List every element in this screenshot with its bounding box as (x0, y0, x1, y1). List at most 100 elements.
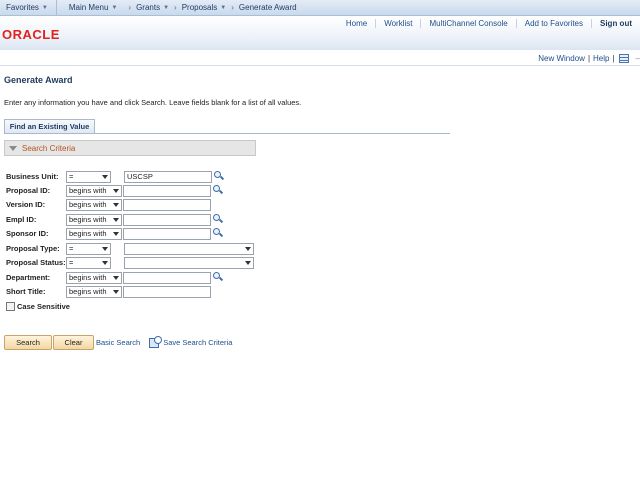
sign-out-link[interactable]: Sign out (591, 18, 640, 28)
proposal-id-label: Proposal ID: (6, 186, 51, 195)
chevron-down-icon: ▼ (111, 4, 118, 11)
proposal-status-operator[interactable]: = (66, 256, 111, 269)
dropdown-arrow-icon (113, 231, 119, 236)
breadcrumb-grants[interactable]: Grants ▼ (136, 0, 169, 16)
top-nav: Favorites ▼ Main Menu ▼ › Grants ▼ › Pro… (0, 0, 640, 16)
proposal-id-row: Proposal ID: begins with (6, 184, 224, 197)
breadcrumb-current: Generate Award (238, 3, 297, 12)
favorites-menu[interactable]: Favorites ▼ (0, 0, 54, 16)
home-link[interactable]: Home (338, 19, 375, 28)
lookup-icon[interactable] (213, 171, 225, 182)
breadcrumb-separator: › (174, 3, 177, 12)
tab-find-existing-value[interactable]: Find an Existing Value (4, 119, 95, 133)
version-id-input[interactable] (123, 198, 211, 211)
operator-value: = (69, 172, 74, 181)
sponsor-id-operator[interactable]: begins with (66, 227, 122, 240)
page-title: Generate Award (4, 75, 73, 85)
customize-page-icon[interactable] (618, 53, 629, 63)
business-unit-operator[interactable]: = (66, 170, 111, 183)
short-title-row: Short Title: begins with (6, 285, 211, 298)
proposal-status-select[interactable] (124, 256, 254, 269)
divider: | (587, 53, 591, 63)
main-menu-label: Main Menu (68, 3, 109, 12)
tab-underline (4, 133, 450, 134)
department-label: Department: (6, 273, 51, 282)
breadcrumb-separator: › (128, 3, 132, 12)
save-search-criteria-link[interactable]: Save Search Criteria (163, 338, 232, 347)
new-window-link[interactable]: New Window (538, 54, 585, 63)
department-input[interactable] (123, 271, 211, 284)
action-bar: Search Clear Basic Search Save Search Cr… (4, 335, 232, 350)
breadcrumb-proposals[interactable]: Proposals ▼ (182, 0, 227, 16)
search-button[interactable]: Search (4, 335, 52, 350)
case-sensitive-row: Case Sensitive (6, 302, 70, 311)
version-id-operator[interactable]: begins with (66, 198, 122, 211)
operator-value: begins with (69, 229, 107, 238)
case-sensitive-label: Case Sensitive (17, 302, 70, 311)
dropdown-arrow-icon (245, 260, 251, 265)
operator-value: begins with (69, 215, 107, 224)
lookup-icon[interactable] (212, 228, 224, 239)
divider: | (612, 53, 615, 63)
empl-id-row: Empl ID: begins with (6, 213, 224, 226)
operator-value: begins with (69, 186, 107, 195)
proposal-id-input[interactable] (123, 184, 211, 197)
basic-search-link[interactable]: Basic Search (96, 338, 140, 347)
help-link[interactable]: Help (593, 54, 609, 63)
proposal-type-row: Proposal Type: = (6, 242, 254, 255)
chevron-down-icon: ▼ (220, 4, 227, 11)
oracle-logo: ORACLE (2, 27, 60, 42)
version-id-label: Version ID: (6, 200, 46, 209)
operator-value: begins with (69, 200, 107, 209)
breadcrumb-proposals-label: Proposals (181, 3, 218, 12)
worklist-link[interactable]: Worklist (375, 18, 420, 28)
dropdown-arrow-icon (113, 202, 119, 207)
short-title-label: Short Title: (6, 287, 46, 296)
proposal-status-label: Proposal Status: (6, 258, 66, 267)
header-links: Home Worklist MultiChannel Console Add t… (338, 16, 640, 30)
case-sensitive-checkbox[interactable] (6, 302, 15, 311)
empl-id-label: Empl ID: (6, 215, 37, 224)
version-id-row: Version ID: begins with (6, 198, 211, 211)
section-title: Search Criteria (22, 143, 76, 153)
proposal-status-row: Proposal Status: = (6, 256, 254, 269)
dash-icon: – (635, 53, 640, 63)
operator-value: begins with (69, 287, 107, 296)
add-to-favorites-link[interactable]: Add to Favorites (515, 18, 591, 28)
header: ORACLE Home Worklist MultiChannel Consol… (0, 16, 640, 50)
sponsor-id-input[interactable] (123, 227, 211, 240)
instructions-text: Enter any information you have and click… (4, 98, 302, 107)
proposal-type-select[interactable] (124, 242, 254, 255)
operator-value: = (69, 244, 74, 253)
lookup-icon[interactable] (212, 214, 224, 225)
lookup-icon[interactable] (212, 272, 224, 283)
business-unit-input[interactable]: USCSP (124, 170, 212, 183)
collapse-triangle-icon (9, 145, 17, 151)
chevron-down-icon: ▼ (163, 4, 170, 11)
clear-button[interactable]: Clear (53, 335, 94, 350)
dropdown-arrow-icon (113, 275, 119, 280)
lookup-icon[interactable] (212, 185, 224, 196)
department-row: Department: begins with (6, 271, 224, 284)
business-unit-label: Business Unit: (6, 172, 59, 181)
nav-divider (55, 0, 57, 16)
empl-id-input[interactable] (123, 213, 211, 226)
dropdown-arrow-icon (113, 188, 119, 193)
empl-id-operator[interactable]: begins with (66, 213, 122, 226)
department-operator[interactable]: begins with (66, 271, 122, 284)
main-menu[interactable]: Main Menu ▼ (63, 0, 124, 16)
breadcrumb-grants-label: Grants (136, 3, 161, 12)
search-criteria-section[interactable]: Search Criteria (4, 140, 256, 156)
proposal-type-operator[interactable]: = (66, 242, 111, 255)
dropdown-arrow-icon (102, 174, 108, 179)
operator-value: begins with (69, 273, 107, 282)
dropdown-arrow-icon (113, 217, 119, 222)
proposal-id-operator[interactable]: begins with (66, 184, 122, 197)
save-search-icon[interactable] (149, 335, 163, 348)
breadcrumb-separator: › (231, 3, 234, 12)
sponsor-id-label: Sponsor ID: (6, 229, 49, 238)
multichannel-console-link[interactable]: MultiChannel Console (420, 18, 515, 28)
short-title-operator[interactable]: begins with (66, 285, 122, 298)
short-title-input[interactable] (123, 285, 211, 298)
dropdown-arrow-icon (102, 260, 108, 265)
